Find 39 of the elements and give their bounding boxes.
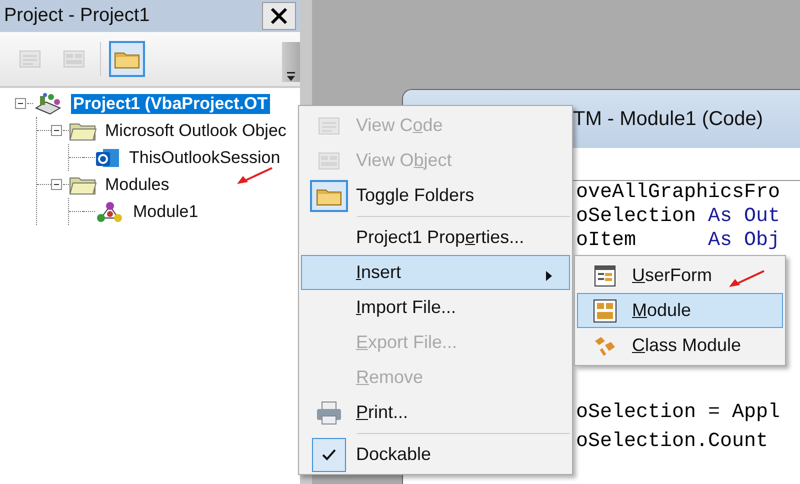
menu-item[interactable]: Import File... [301,290,570,325]
code-line: oSelection As Out [576,205,782,229]
collapse-toggle[interactable] [51,125,62,136]
toolbar-button[interactable] [109,41,145,77]
menu-item[interactable]: Module [577,293,783,328]
tree-item[interactable]: Module1 [131,202,200,222]
collapse-toggle[interactable] [51,179,62,190]
view-code-icon [318,116,340,134]
view-code-icon [19,50,41,68]
printer-icon [315,400,343,426]
form-icon [594,264,616,286]
menu-item[interactable]: Project1 Properties... [301,220,570,255]
menu-item[interactable]: Toggle Folders [301,178,570,213]
module-icon [95,200,125,224]
tree-item[interactable]: Modules [103,174,172,194]
code-line: oSelection = Appl [576,400,782,426]
view-object-icon [318,152,340,170]
menu-item[interactable]: Print... [301,395,570,430]
menu-item[interactable]: Insert [301,255,570,290]
tree-item[interactable]: ThisOutlookSession [127,148,282,168]
code-line: oveAllGraphicsFro [576,181,782,205]
checkmark-icon [322,448,336,460]
window-title: TM - Module1 (Code) [573,108,764,130]
code-line: oSelection.Count [576,429,770,455]
close-icon [270,7,288,25]
toolbar-overflow-button[interactable] [282,42,300,82]
panel-title: Project - Project1 [4,5,150,27]
class-module-icon [593,334,617,356]
view-object-icon [63,50,85,68]
tree-item[interactable]: Project1 (VbaProject.OT [71,94,270,114]
collapse-toggle[interactable] [15,98,26,109]
code-line: oItem As Obj [576,229,782,253]
close-button[interactable] [262,2,296,30]
tree-item[interactable]: Microsoft Outlook Objec [103,120,288,140]
module-icon [593,298,617,322]
menu-item[interactable]: Class Module [577,328,783,363]
menu-item[interactable]: UserForm [577,258,783,293]
menu-item[interactable]: Dockable [301,437,570,472]
chevron-icon [286,72,296,82]
